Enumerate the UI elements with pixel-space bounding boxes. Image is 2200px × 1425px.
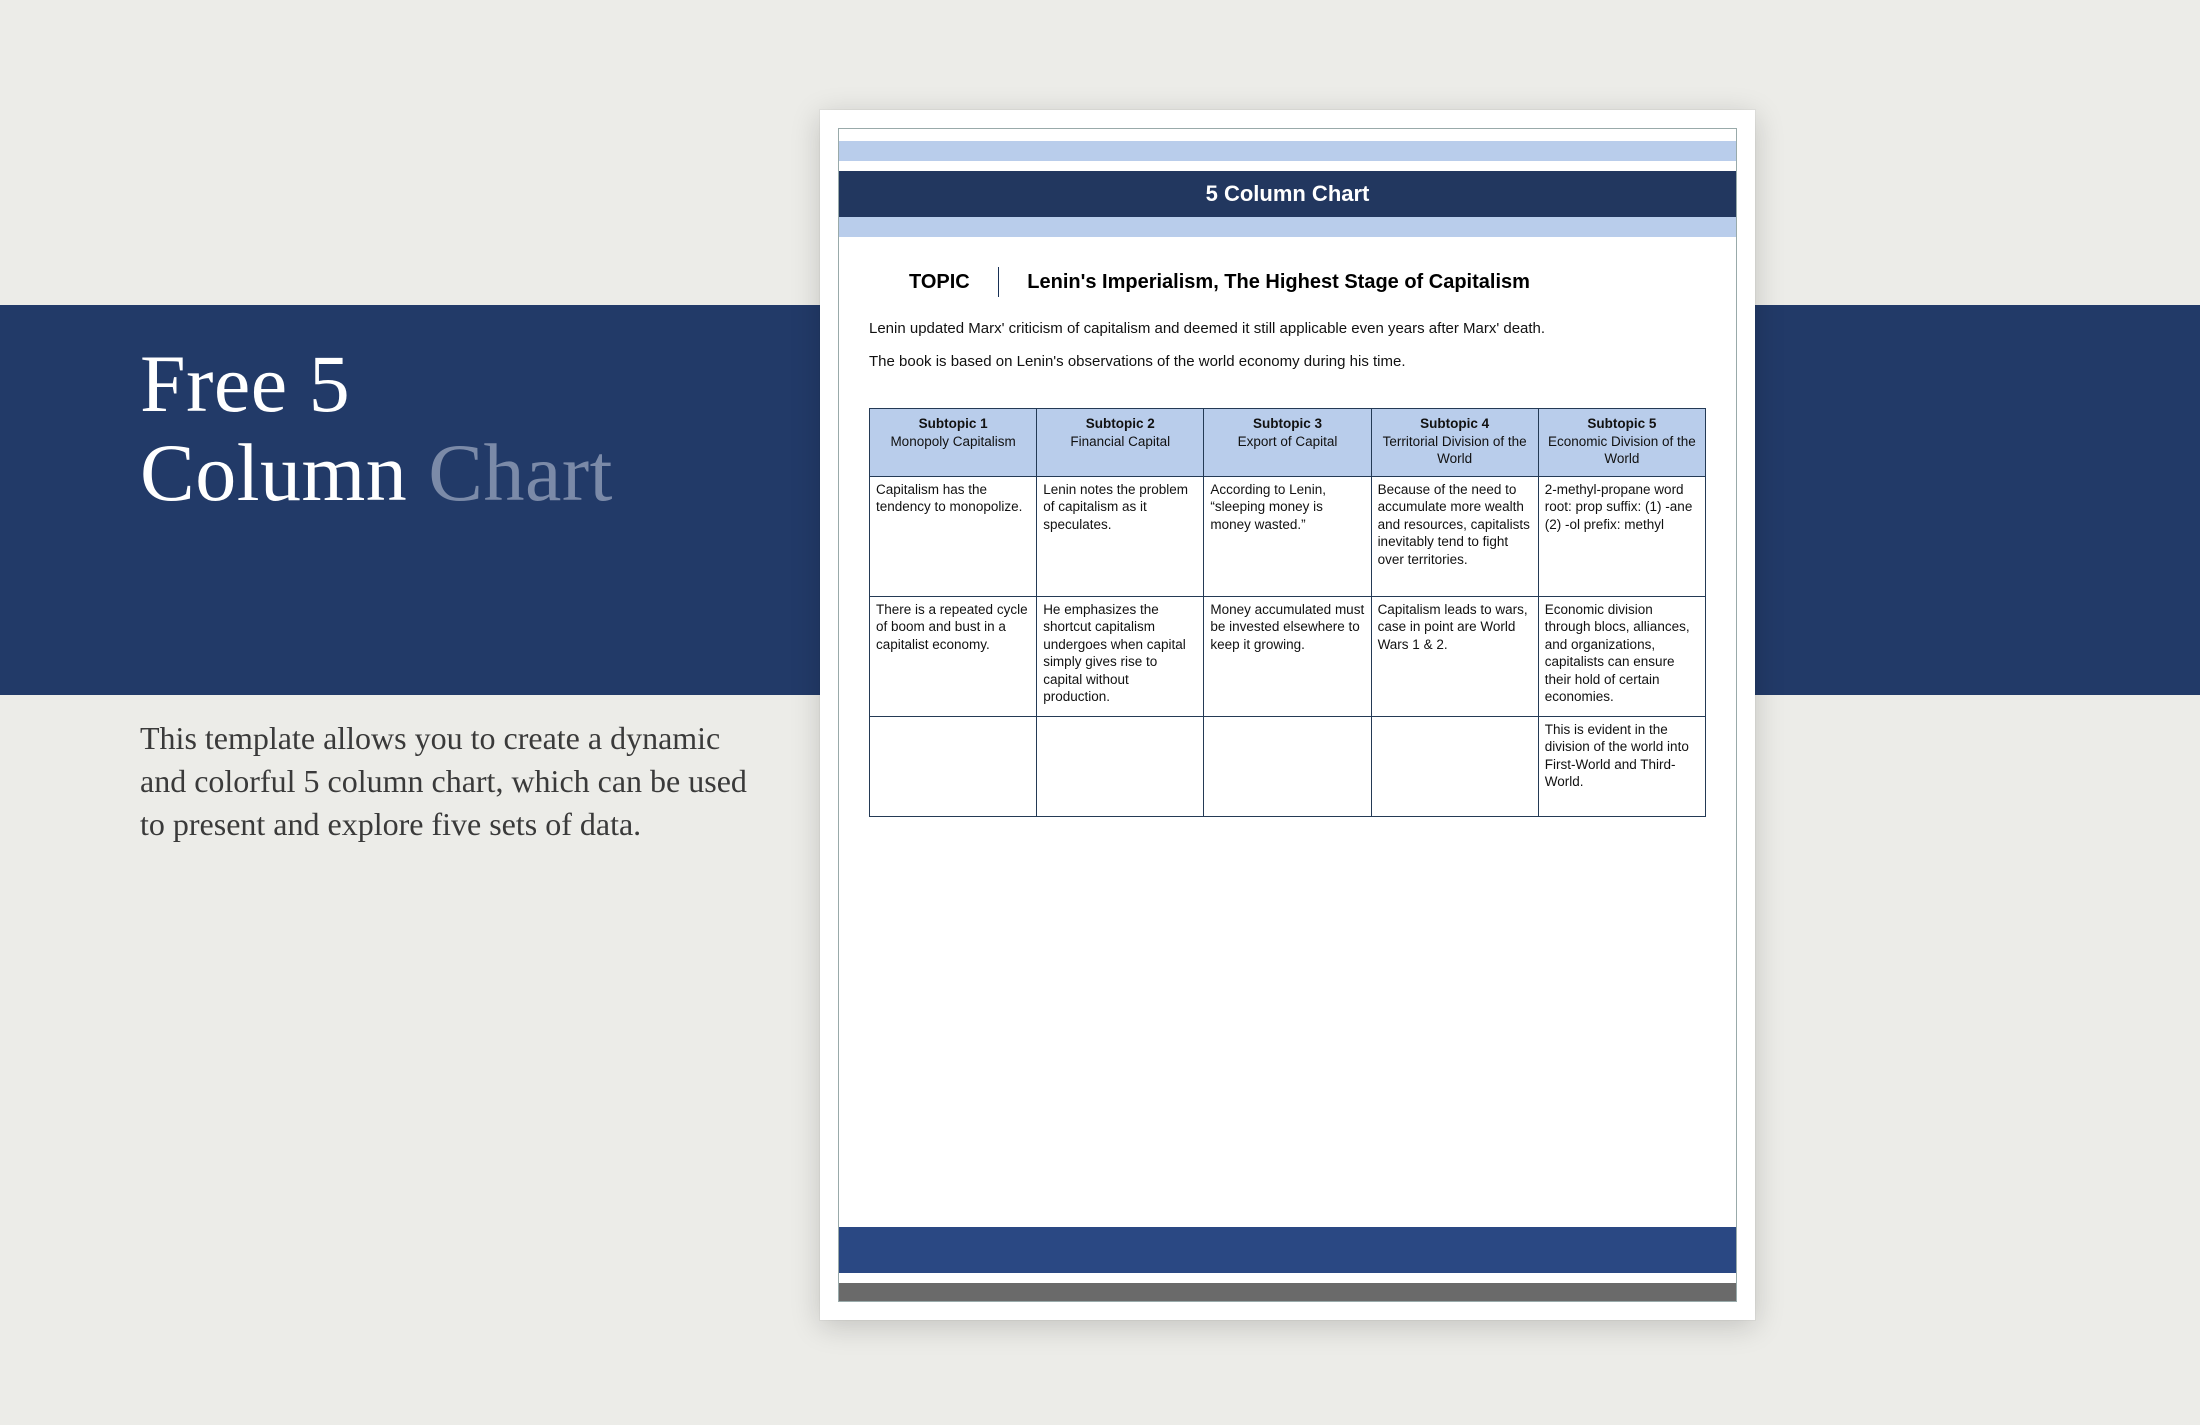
cell: He emphasizes the shortcut capitalism un… [1037,596,1204,716]
topic-row: TOPIC Lenin's Imperialism, The Highest S… [869,267,1706,297]
cell: Economic division through blocs, allianc… [1538,596,1705,716]
headline-line-2a: Column [140,427,428,518]
col-header-5: Subtopic 5Economic Division of the World [1538,409,1705,477]
topic-value: Lenin's Imperialism, The Highest Stage o… [1027,271,1530,294]
document-inner: 5 Column Chart TOPIC Lenin's Imperialism… [838,128,1737,1302]
cell: Lenin notes the problem of capitalism as… [1037,476,1204,596]
col-header-1: Subtopic 1Monopoly Capitalism [870,409,1037,477]
document-title-bar: 5 Column Chart [839,171,1736,217]
cell: According to Lenin, “sleeping money is m… [1204,476,1371,596]
col-header-2: Subtopic 2Financial Capital [1037,409,1204,477]
table-row: Capitalism has the tendency to monopoliz… [870,476,1706,596]
cell [1037,716,1204,816]
headline-line-2b: Chart [428,427,613,518]
paragraph-2: The book is based on Lenin's observation… [869,348,1706,377]
paragraph-1: Lenin updated Marx' criticism of capital… [869,315,1706,344]
col-header-4: Subtopic 4Territorial Division of the Wo… [1371,409,1538,477]
header-spacer-2 [839,161,1736,171]
table-wrap: Subtopic 1Monopoly Capitalism Subtopic 2… [839,408,1736,817]
cell [1371,716,1538,816]
cell: 2-methyl-propane word root: prop suffix:… [1538,476,1705,596]
cell: Because of the need to accumulate more w… [1371,476,1538,596]
cell: Capitalism has the tendency to monopoliz… [870,476,1037,596]
footer-bar-gray [839,1283,1736,1301]
table-row: This is evident in the division of the w… [870,716,1706,816]
header-bar-light-1 [839,141,1736,161]
topic-label: TOPIC [869,271,970,294]
cell: There is a repeated cycle of boom and bu… [870,596,1037,716]
header-spacer-1 [839,129,1736,141]
footer-bar-blue [839,1227,1736,1273]
headline: Free 5 Column Chart [140,340,750,517]
cell: Capitalism leads to wars, case in point … [1371,596,1538,716]
cell [1204,716,1371,816]
cell: This is evident in the division of the w… [1538,716,1705,816]
document-title: 5 Column Chart [1206,181,1370,207]
document-content: TOPIC Lenin's Imperialism, The Highest S… [839,237,1736,390]
headline-line-1: Free 5 [140,338,350,429]
table-header-row: Subtopic 1Monopoly Capitalism Subtopic 2… [870,409,1706,477]
five-column-table: Subtopic 1Monopoly Capitalism Subtopic 2… [869,408,1706,817]
topic-divider [998,267,1000,297]
header-bar-light-2 [839,217,1736,237]
cell [870,716,1037,816]
description-text: This template allows you to create a dyn… [140,717,750,847]
left-column: Free 5 Column Chart This template allows… [140,340,750,847]
footer-bar-white [839,1273,1736,1283]
col-header-3: Subtopic 3Export of Capital [1204,409,1371,477]
document-preview: 5 Column Chart TOPIC Lenin's Imperialism… [820,110,1755,1320]
cell: Money accumulated must be invested elsew… [1204,596,1371,716]
footer-bars [839,1227,1736,1301]
table-row: There is a repeated cycle of boom and bu… [870,596,1706,716]
